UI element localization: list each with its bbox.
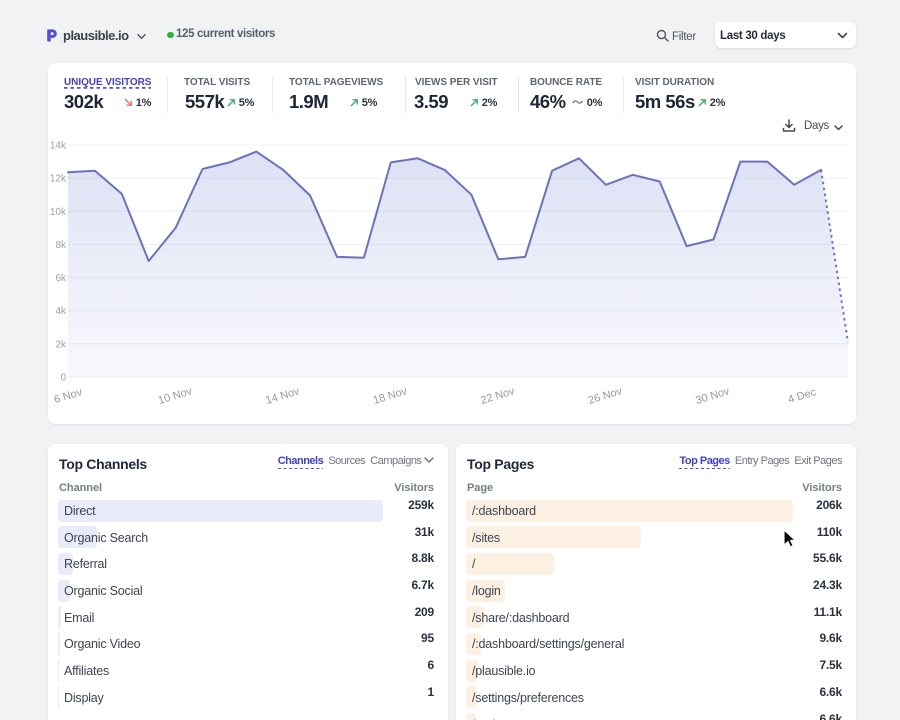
- svg-text:0: 0: [60, 373, 66, 384]
- svg-text:2k: 2k: [55, 339, 67, 350]
- svg-text:4k: 4k: [55, 306, 67, 317]
- svg-text:18 Nov: 18 Nov: [372, 385, 409, 407]
- svg-text:14k: 14k: [50, 141, 67, 152]
- svg-text:8k: 8k: [55, 240, 67, 251]
- svg-text:22 Nov: 22 Nov: [479, 385, 516, 407]
- svg-text:30 Nov: 30 Nov: [694, 385, 731, 407]
- svg-text:6k: 6k: [55, 273, 67, 284]
- svg-text:10k: 10k: [50, 207, 67, 218]
- svg-text:14 Nov: 14 Nov: [264, 385, 301, 407]
- svg-text:4 Dec: 4 Dec: [787, 386, 818, 406]
- svg-text:6 Nov: 6 Nov: [53, 386, 84, 406]
- svg-text:26 Nov: 26 Nov: [587, 385, 624, 407]
- svg-text:12k: 12k: [50, 174, 67, 185]
- svg-text:10 Nov: 10 Nov: [157, 385, 194, 407]
